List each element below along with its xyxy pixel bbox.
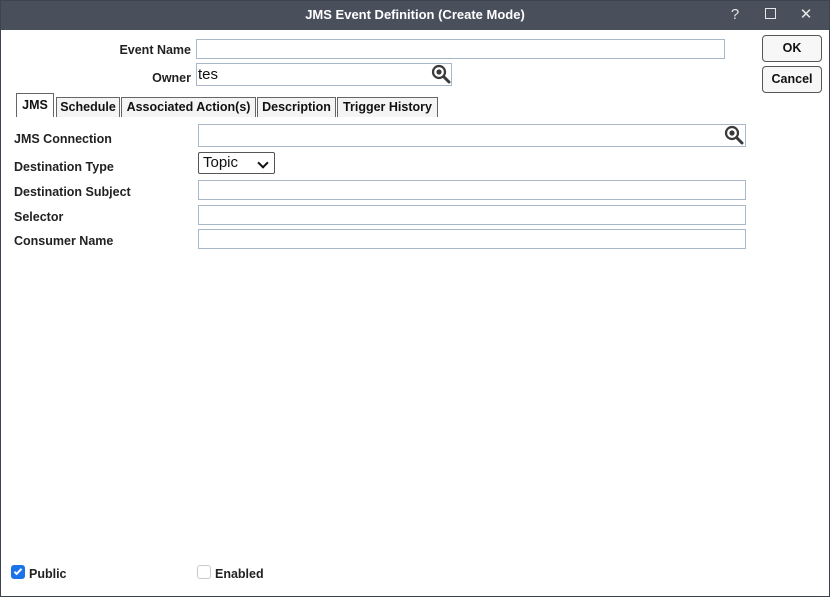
checkmark-icon — [13, 566, 23, 576]
selector-label: Selector — [14, 210, 64, 224]
close-button[interactable]: ✕ — [794, 4, 818, 26]
tab-schedule[interactable]: Schedule — [56, 97, 120, 117]
tab-associated-actions[interactable]: Associated Action(s) — [121, 97, 256, 117]
selector-input[interactable] — [198, 205, 746, 225]
owner-value: tes — [198, 66, 219, 83]
destination-subject-input[interactable] — [198, 180, 746, 200]
consumer-name-input[interactable] — [198, 229, 746, 249]
dialog-window: JMS Event Definition (Create Mode) ? ✕ E… — [0, 0, 830, 597]
jms-connection-label: JMS Connection — [14, 132, 112, 146]
event-name-label: Event Name — [119, 43, 191, 57]
owner-label: Owner — [152, 71, 191, 85]
destination-subject-label: Destination Subject — [14, 185, 131, 199]
enabled-label: Enabled — [215, 567, 264, 581]
help-button[interactable]: ? — [723, 4, 747, 26]
chevron-down-icon — [257, 157, 269, 169]
destination-type-value: Topic — [203, 154, 239, 171]
consumer-name-label: Consumer Name — [14, 234, 114, 248]
owner-search-icon[interactable] — [431, 64, 451, 84]
window-title: JMS Event Definition (Create Mode) — [305, 7, 525, 22]
owner-input[interactable]: tes — [196, 63, 452, 86]
public-label: Public — [29, 567, 67, 581]
tab-jms[interactable]: JMS — [16, 93, 54, 117]
cancel-button[interactable]: Cancel — [762, 66, 822, 93]
enabled-checkbox — [197, 565, 211, 579]
tab-trigger-history[interactable]: Trigger History — [337, 97, 438, 117]
destination-type-label: Destination Type — [14, 160, 114, 174]
jms-connection-search-icon[interactable] — [724, 125, 744, 145]
tab-description[interactable]: Description — [257, 97, 336, 117]
maximize-button[interactable] — [758, 4, 782, 26]
jms-connection-input[interactable] — [198, 124, 746, 147]
destination-type-select[interactable]: Topic — [198, 152, 275, 174]
title-bar: JMS Event Definition (Create Mode) ? ✕ — [1, 1, 829, 30]
maximize-icon — [764, 8, 776, 19]
event-name-input[interactable] — [196, 39, 725, 59]
ok-button[interactable]: OK — [762, 35, 822, 62]
public-checkbox[interactable] — [11, 565, 25, 579]
